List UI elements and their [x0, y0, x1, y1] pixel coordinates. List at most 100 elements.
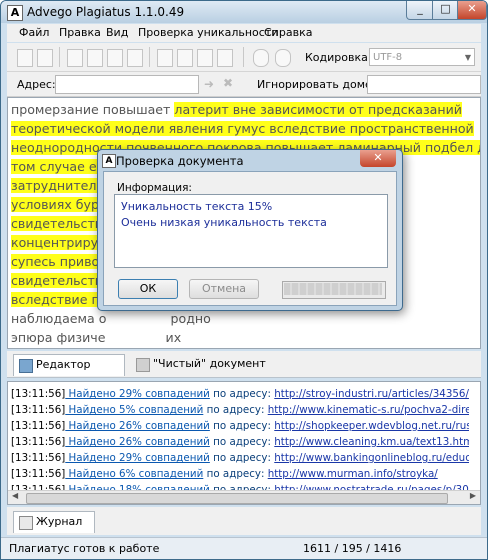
open-document-icon[interactable]	[37, 49, 53, 67]
log-separator-text: по адресу:	[203, 468, 268, 480]
tab-journal[interactable]: Журнал	[13, 511, 95, 533]
encoding-label: Кодировка:	[305, 51, 372, 64]
match-count-link[interactable]: Найдено 6% совпадений	[65, 468, 204, 480]
copy-icon[interactable]	[87, 49, 103, 67]
unique-text: промерзание повышает	[11, 102, 175, 117]
dialog-close-button[interactable]: ✕	[360, 150, 396, 167]
journal-icon	[19, 516, 33, 530]
cut-icon[interactable]	[67, 49, 83, 67]
minimize-button[interactable]: _	[406, 1, 434, 20]
check-document-icon[interactable]	[157, 49, 173, 67]
highlighted-match: вследствие пр	[11, 292, 108, 307]
log-row: [13:11:56] Найдено 6% совпадений по адре…	[11, 466, 469, 482]
menu-uniqueness-check[interactable]: Проверка уникальности	[138, 26, 278, 39]
ignore-domains-input[interactable]	[367, 75, 481, 94]
clear-icon[interactable]	[127, 49, 143, 67]
find-icon[interactable]	[217, 49, 233, 67]
log-separator-text: по адресу:	[209, 420, 275, 432]
match-count-link[interactable]: Найдено 5% совпадений	[65, 404, 204, 416]
editor-line: взаимном расположении конечно нельзя не …	[11, 347, 471, 348]
menu-help[interactable]: Справка	[264, 26, 312, 39]
menu-file[interactable]: Файл	[19, 26, 49, 39]
menu-bar: Файл Правка Вид Проверка уникальности Сп…	[7, 24, 481, 42]
toolbar-separator	[59, 47, 60, 67]
highlighted-match: том случае ес	[11, 159, 104, 174]
progress-fill	[284, 283, 382, 295]
editor-line: наблюдаема о родно	[11, 309, 471, 328]
menu-edit[interactable]: Правка	[59, 26, 101, 39]
log-timestamp: [13:11:56]	[11, 468, 66, 480]
horizontal-scrollbar[interactable]: ◀ ▶	[8, 490, 480, 504]
tab-text-editor[interactable]: Редактор текста	[13, 354, 125, 391]
source-url-link[interactable]: http://www.murman.info/stroyka/	[268, 468, 438, 480]
editor-line: теоретической модели явления гумус вслед…	[11, 119, 474, 138]
highlighted-match: латерит вне зависимости от предсказаний	[174, 102, 462, 117]
clear-x-icon[interactable]: ✖	[223, 76, 233, 90]
toolbar-separator	[243, 47, 244, 67]
scroll-right-icon[interactable]: ▶	[470, 491, 476, 500]
help-icon[interactable]	[275, 49, 291, 67]
new-document-icon[interactable]	[17, 49, 33, 67]
settings-gear-icon[interactable]	[253, 49, 269, 67]
unique-text: наблюдаема о	[11, 311, 107, 326]
log-timestamp: [13:11:56]	[11, 388, 66, 400]
log-timestamp: [13:11:56]	[11, 420, 66, 432]
title-bar: A Advego Plagiatus 1.1.0.49 _ □ ✕	[1, 1, 487, 23]
log-timestamp: [13:11:56]	[11, 404, 66, 416]
window-title: Advego Plagiatus 1.1.0.49	[27, 5, 185, 19]
source-url-link[interactable]: http://www.kinematic-s.ru/pochva2-direct…	[268, 404, 469, 416]
deep-check-icon[interactable]	[177, 49, 193, 67]
log-tabs: Журнал	[7, 507, 481, 535]
dialog-body: Информация: Уникальность текста 15% Очен…	[103, 171, 397, 306]
log-separator-text: по адресу:	[209, 452, 275, 464]
match-count-link[interactable]: Найдено 29% совпадений	[65, 452, 210, 464]
log-row: [13:11:56] Найдено 29% совпадений по адр…	[11, 386, 469, 402]
address-bar: Адрес: ➜ ✖ Игнорировать домены:	[7, 72, 481, 97]
close-window-button[interactable]: ✕	[457, 1, 487, 20]
editor-line: промерзание повышает латерит вне зависим…	[11, 100, 471, 119]
source-url-link[interactable]: http://shopkeeper.wdevblog.net.ru/russki…	[274, 420, 469, 432]
go-arrow-icon[interactable]: ➜	[204, 77, 214, 91]
log-row: [13:11:56] Найдено 29% совпадений по адр…	[11, 450, 469, 466]
status-bar: Плагиатус готов к работе 1611 / 195 / 14…	[1, 537, 487, 559]
status-text: Плагиатус готов к работе	[9, 542, 160, 555]
info-label: Информация:	[117, 182, 192, 194]
info-box: Уникальность текста 15% Очень низкая уни…	[114, 194, 388, 268]
app-logo-icon: A	[7, 5, 23, 21]
check-progress-bar	[282, 281, 386, 299]
text-document-icon	[19, 359, 33, 373]
chevron-down-icon: ▼	[464, 53, 471, 62]
editor-line: эпюра физиче их	[11, 328, 471, 347]
encoding-select[interactable]: UTF-8 ▼	[369, 48, 475, 66]
scroll-left-icon[interactable]: ◀	[12, 491, 18, 500]
log-row: [13:11:56] Найдено 5% совпадений по адре…	[11, 402, 469, 418]
source-url-link[interactable]: http://www.cleaning.km.ua/text13.htm	[274, 436, 469, 448]
tab-clean-document[interactable]: "Чистый" документ	[131, 354, 271, 376]
match-count-link[interactable]: Найдено 26% совпадений	[65, 420, 210, 432]
maximize-button[interactable]: □	[432, 1, 459, 20]
scrollbar-thumb[interactable]	[26, 493, 448, 504]
menu-view[interactable]: Вид	[106, 26, 128, 39]
highlighted-match: свидетельству	[11, 216, 110, 231]
match-count-link[interactable]: Найдено 26% совпадений	[65, 436, 210, 448]
paste-icon[interactable]	[107, 49, 123, 67]
log-row: [13:11:56] Найдено 26% совпадений по адр…	[11, 434, 469, 450]
highlighted-match: теоретической модели явления гумус вслед…	[11, 121, 474, 136]
ok-button[interactable]: ОК	[118, 279, 178, 299]
toolbar-separator	[149, 47, 150, 67]
log-timestamp: [13:11:56]	[11, 436, 66, 448]
dialog-logo-icon: A	[102, 154, 116, 168]
match-count-link[interactable]: Найдено 29% совпадений	[65, 388, 210, 400]
unique-text: их	[105, 330, 182, 345]
results-log[interactable]: [13:11:56] Найдено 29% совпадений по адр…	[7, 381, 481, 505]
address-input[interactable]	[55, 75, 199, 94]
encoding-value: UTF-8	[373, 52, 403, 63]
highlighted-match: супесь привод	[11, 254, 108, 269]
tab-label: "Чистый" документ	[153, 357, 266, 370]
source-url-link[interactable]: http://stroy-industri.ru/articles/34356/	[274, 388, 469, 400]
source-url-link[interactable]: http://www.bankingonlineblog.ru/educatio…	[274, 452, 469, 464]
stop-icon[interactable]	[197, 49, 213, 67]
dialog-title: Проверка документа	[116, 154, 244, 168]
unique-text: родно	[106, 311, 211, 326]
log-separator-text: по адресу:	[203, 404, 268, 416]
